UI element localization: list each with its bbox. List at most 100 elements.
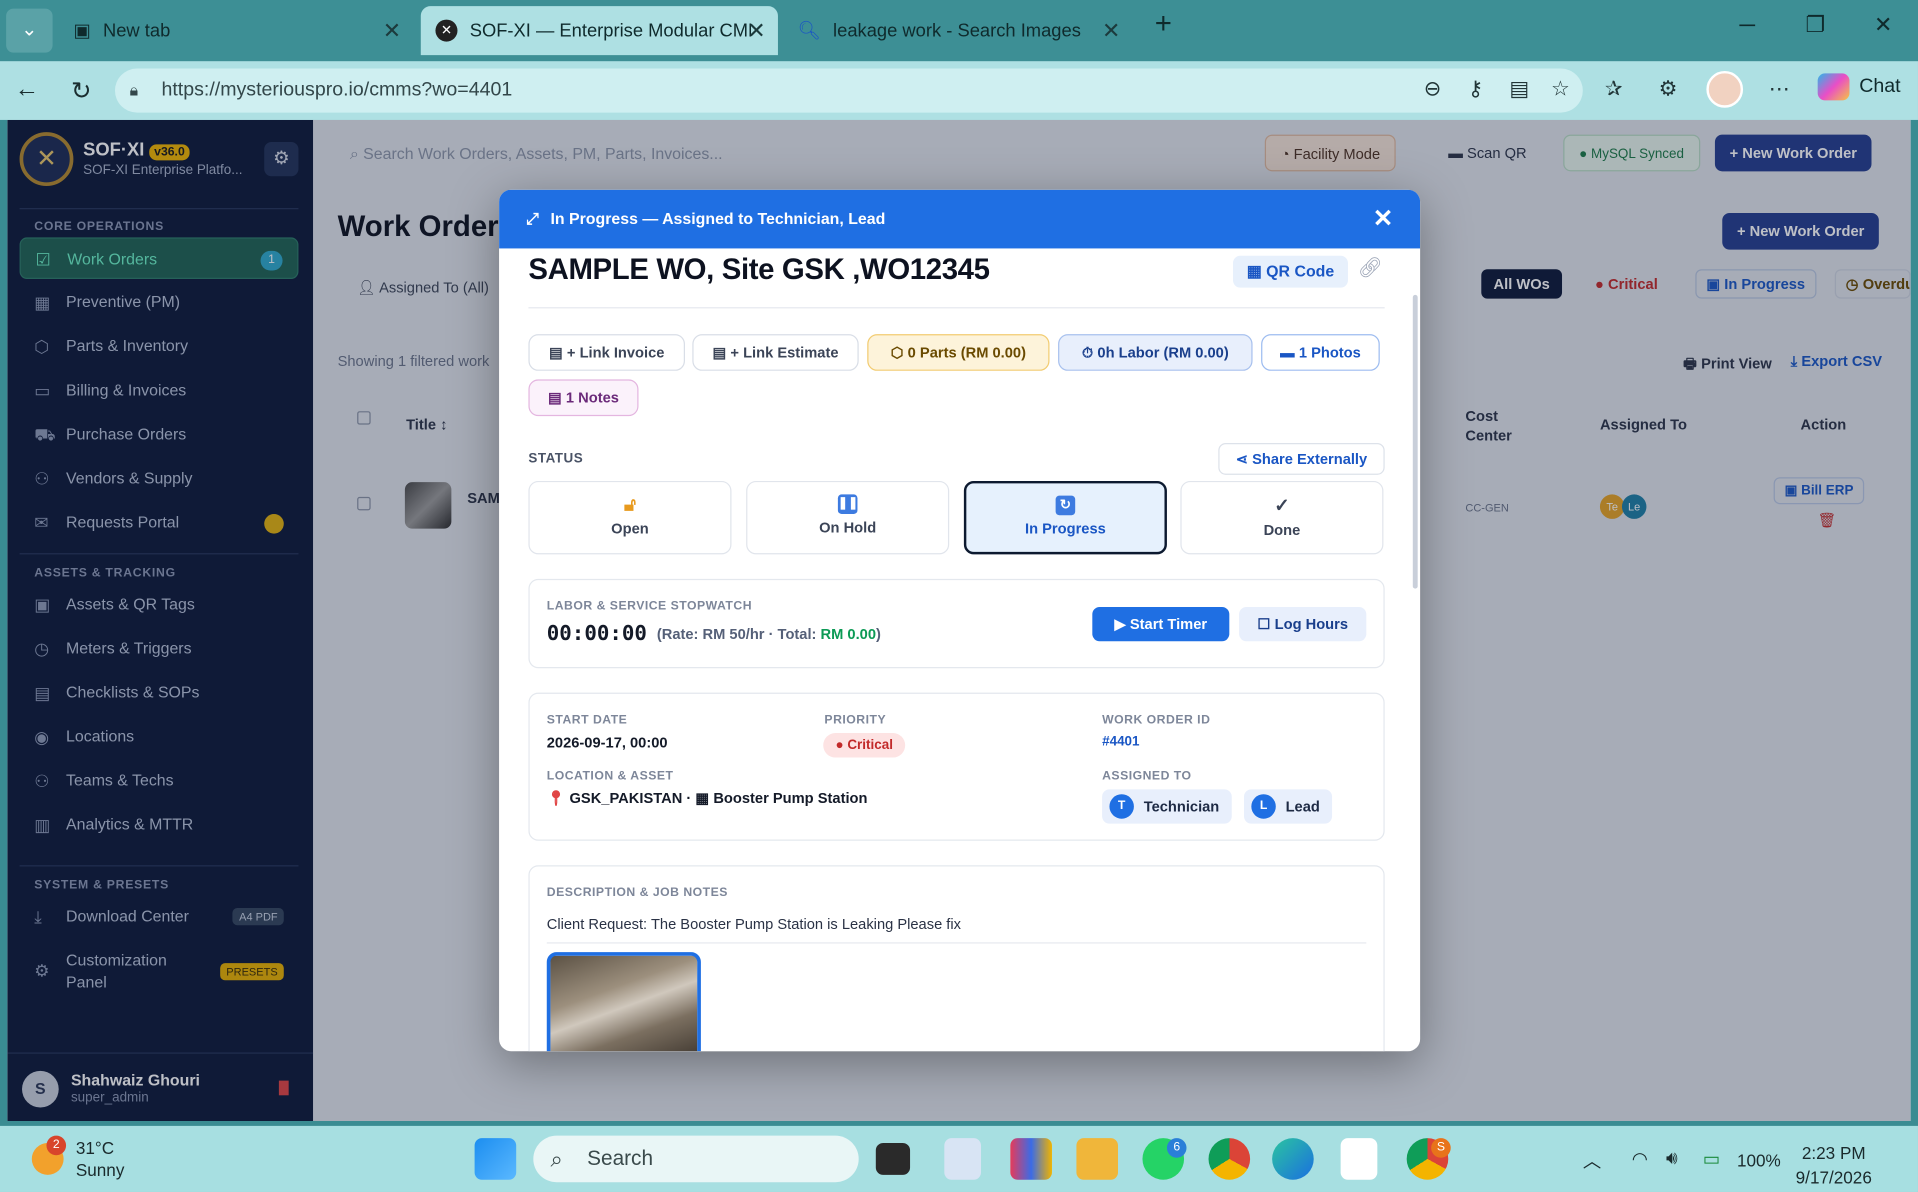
modal-body: SAMPLE WO, Site GSK ,WO12345 ▦ QR Code 🔗… [499, 248, 1420, 1052]
minimize-icon[interactable]: ─ [1739, 12, 1755, 38]
task-view-icon[interactable] [875, 1143, 911, 1175]
arc-icon[interactable] [1340, 1138, 1378, 1180]
profile-avatar[interactable] [1706, 70, 1744, 108]
tab-actions-button[interactable]: ⌄ [6, 8, 53, 53]
refresh-icon[interactable]: ↻ [71, 76, 92, 107]
assigned-label: ASSIGNED TO [1102, 769, 1192, 784]
description-label: DESCRIPTION & JOB NOTES [546, 886, 728, 900]
whatsapp-badge: 6 [1166, 1138, 1187, 1158]
divider [528, 307, 1385, 309]
status-on-hold-button[interactable]: ❚❚ On Hold [746, 480, 950, 555]
status-in-progress-button[interactable]: ↻ In Progress [963, 480, 1167, 555]
camera-icon: ▬ [1280, 343, 1299, 362]
divider [546, 942, 1367, 944]
status-done-button[interactable]: ✓ Done [1180, 480, 1384, 555]
note-icon: ▤ [547, 389, 566, 407]
link-invoice-button[interactable]: ▤ + Link Invoice [528, 334, 685, 371]
link-estimate-button[interactable]: ▤ + Link Estimate [692, 334, 859, 371]
status-open-button[interactable]: 🔓︎ Open [528, 480, 732, 555]
tab-title: New tab [102, 20, 171, 41]
log-hours-button[interactable]: ☐ Log Hours [1239, 607, 1367, 642]
photos-chip[interactable]: ▬ 1 Photos [1261, 334, 1380, 371]
new-tab-plus-icon[interactable]: + [1155, 7, 1172, 41]
favorite-star-icon[interactable]: ☆ [1551, 77, 1570, 101]
stopwatch-card: LABOR & SERVICE STOPWATCH 00:00:00 (Rate… [528, 578, 1385, 669]
assignee-avatar: L [1251, 794, 1276, 819]
reader-icon[interactable]: ▤ [1509, 77, 1529, 101]
location-value: 📍︎ GSK_PAKISTAN · ▦ Booster Pump Station [546, 789, 868, 807]
weather-badge: 2 [46, 1135, 67, 1156]
expand-icon: ⤢ [525, 209, 539, 228]
weather-text: Sunny [75, 1160, 125, 1180]
details-card: START DATE 2026-09-17, 00:00 PRIORITY ● … [528, 692, 1385, 841]
start-windows-icon[interactable] [474, 1138, 517, 1180]
taskbar-search[interactable]: ⌕ Search [533, 1135, 859, 1183]
chevron-up-icon[interactable]: ︿ [1583, 1148, 1601, 1174]
weather-temp: 31°C [75, 1138, 115, 1158]
status-label: STATUS [528, 451, 584, 467]
refresh-icon: ↻ [1055, 495, 1076, 516]
check-icon: ✓ [1274, 495, 1290, 517]
assignee-technician[interactable]: T Technician [1102, 789, 1232, 824]
modal-scrollbar[interactable] [1412, 294, 1418, 589]
clock[interactable]: 2:23 PM 9/17/2026 [1796, 1141, 1872, 1190]
copilot-chat-button[interactable]: Chat [1817, 73, 1901, 101]
time-text: 2:23 PM [1801, 1143, 1866, 1163]
zoom-icon[interactable]: ⊖ [1424, 77, 1441, 101]
snipping-tool-icon[interactable] [944, 1138, 982, 1180]
key-icon[interactable]: ⚷ [1468, 77, 1483, 101]
unlock-icon: 🔓︎ [623, 494, 636, 516]
more-menu-icon[interactable]: ⋯ [1769, 77, 1790, 101]
chrome-icon[interactable] [1208, 1138, 1251, 1180]
share-externally-button[interactable]: ⋖ Share Externally [1218, 443, 1385, 475]
doc-icon: ▤ [712, 343, 731, 362]
close-tab-icon[interactable]: ✕ [747, 18, 765, 44]
chat-label: Chat [1859, 75, 1901, 97]
edge-icon[interactable] [1272, 1138, 1314, 1180]
browser-tab-search[interactable]: 🔍︎ leakage work - Search Images ✕ [783, 6, 1133, 55]
qr-code-button[interactable]: ▦ QR Code [1232, 255, 1348, 288]
new-tab-icon: ▣ [73, 20, 91, 42]
date-text: 9/17/2026 [1795, 1167, 1872, 1188]
work-order-title: SAMPLE WO, Site GSK ,WO12345 [528, 253, 990, 287]
close-tab-icon[interactable]: ✕ [1102, 18, 1120, 44]
volume-icon[interactable]: 🔊︎ [1666, 1148, 1678, 1169]
battery-icon[interactable]: ▭ [1703, 1148, 1720, 1170]
assignee-lead[interactable]: L Lead [1243, 789, 1333, 824]
wifi-icon[interactable]: ◠ [1632, 1148, 1648, 1170]
address-bar[interactable]: 🔒︎ https://mysteriouspro.io/cmms?wo=4401 [114, 68, 1583, 113]
pause-icon: ❚❚ [837, 494, 858, 514]
tab-title: SOF-XI — Enterprise Modular CMMS [469, 20, 752, 41]
windows-taskbar: 2 31°C Sunny ⌕ Search 6 S ︿ ◠ 🔊︎ ▭ 100% 2… [0, 1125, 1918, 1192]
favorites-icon[interactable]: ✰ [1605, 77, 1622, 101]
job-photo-thumbnail[interactable] [546, 952, 701, 1052]
close-window-icon[interactable]: ✕ [1874, 12, 1892, 38]
pin-icon: 📍︎ [546, 789, 566, 807]
restore-icon[interactable]: ❐ [1805, 12, 1825, 38]
labor-chip[interactable]: ⏱︎ 0h Labor (RM 0.00) [1058, 334, 1253, 371]
square-icon: ☐ [1257, 615, 1275, 633]
start-date-label: START DATE [546, 713, 628, 727]
doc-icon: ▤ [548, 343, 567, 362]
play-icon: ▶ [1114, 615, 1130, 633]
chrome-profile-badge: S [1431, 1138, 1451, 1158]
assignee-avatar: T [1109, 794, 1134, 819]
extensions-icon[interactable]: ⚙ [1659, 77, 1678, 101]
weather-widget[interactable]: 2 31°C Sunny [29, 1135, 164, 1185]
modal-header: ⤢ In Progress — Assigned to Technician, … [499, 189, 1421, 249]
app-icon[interactable] [1010, 1138, 1052, 1180]
priority-label: PRIORITY [824, 713, 887, 727]
woid-value[interactable]: #4401 [1102, 734, 1139, 749]
back-arrow-icon[interactable]: ← [15, 76, 39, 104]
browser-tab-cmms[interactable]: ✕ SOF-XI — Enterprise Modular CMMS ✕ [420, 6, 778, 56]
building-icon: ▦ [695, 789, 710, 807]
notes-chip[interactable]: ▤ 1 Notes [528, 379, 639, 417]
file-explorer-icon[interactable] [1076, 1138, 1119, 1180]
start-timer-button[interactable]: ▶ Start Timer [1092, 607, 1230, 642]
copy-link-icon[interactable]: 🔗︎ [1358, 256, 1383, 280]
parts-chip[interactable]: ⬡ 0 Parts (RM 0.00) [867, 334, 1050, 371]
browser-tab-new[interactable]: ▣ New tab ✕ [59, 6, 414, 55]
close-modal-icon[interactable]: ✕ [1373, 190, 1394, 249]
close-tab-icon[interactable]: ✕ [383, 18, 401, 44]
location-label: LOCATION & ASSET [546, 769, 674, 784]
